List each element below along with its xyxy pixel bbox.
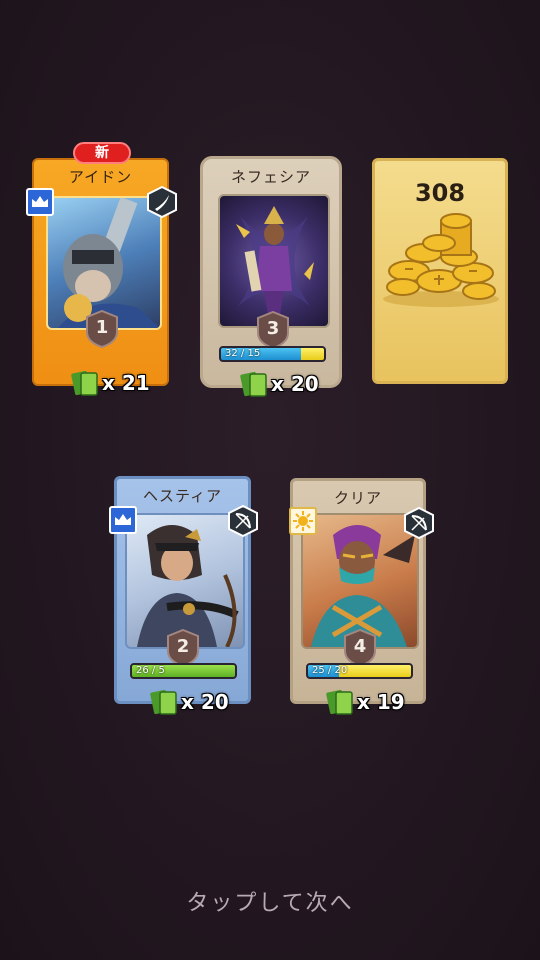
sun-icon [289,507,317,535]
shard-count: x 21 [70,368,170,398]
shard-icon [240,371,267,397]
bow-icon [227,504,259,538]
shard-count: x 19 [325,687,425,717]
level-badge: 2 [166,629,200,667]
progress-text: 26 / 5 [136,665,165,676]
hero-name: ネフェシア [230,168,311,186]
gold-coins-icon [379,201,503,311]
bow-icon [403,506,435,540]
sword-icon [146,185,178,219]
shard-progress-bar: 26 / 5 [130,663,237,679]
level-number: 3 [266,318,280,339]
shard-icon [71,370,98,396]
crown-icon [109,506,137,534]
gold-reward-card[interactable]: 308 [372,158,508,384]
new-badge: 新 [73,142,131,164]
gold-amount: 308 [414,179,466,207]
hero-card-nephesia[interactable]: ネフェシア 3 32 / 15 x 20 [200,156,342,397]
shard-count: x 20 [149,687,249,717]
tap-to-continue[interactable]: タップして次へ [0,885,540,917]
progress-overflow [301,348,324,360]
crown-icon [26,188,54,216]
shard-count-text: x 19 [357,690,405,714]
hero-card-hestia[interactable]: ヘスティア 2 26 / 5 x 20 [109,476,258,715]
shard-progress-bar: 32 / 15 [219,346,326,362]
progress-overflow [338,665,411,677]
shard-icon [150,689,177,715]
level-badge: 4 [343,629,377,667]
hero-name: ヘスティア [142,487,223,505]
hero-card-kuria[interactable]: クリア 4 25 / 20 x 19 [289,478,434,715]
shard-progress-bar: 25 / 20 [306,663,413,679]
hero-name: アイドン [68,168,133,186]
hero-portrait [218,194,330,328]
hero-name: クリア [333,489,382,507]
level-number: 2 [176,636,190,657]
progress-text: 25 / 20 [312,665,348,676]
progress-text: 32 / 15 [225,348,261,359]
shard-count-text: x 20 [181,690,229,714]
shard-count-text: x 20 [271,372,319,396]
shard-count: x 20 [239,369,343,399]
level-badge: 3 [256,311,290,349]
shard-icon [326,689,353,715]
level-number: 1 [95,317,109,338]
hero-card-aidon[interactable]: 新 アイドン 1 x 21 [26,142,177,396]
level-badge: 1 [85,310,119,348]
shard-count-text: x 21 [102,371,150,395]
level-number: 4 [353,636,367,657]
